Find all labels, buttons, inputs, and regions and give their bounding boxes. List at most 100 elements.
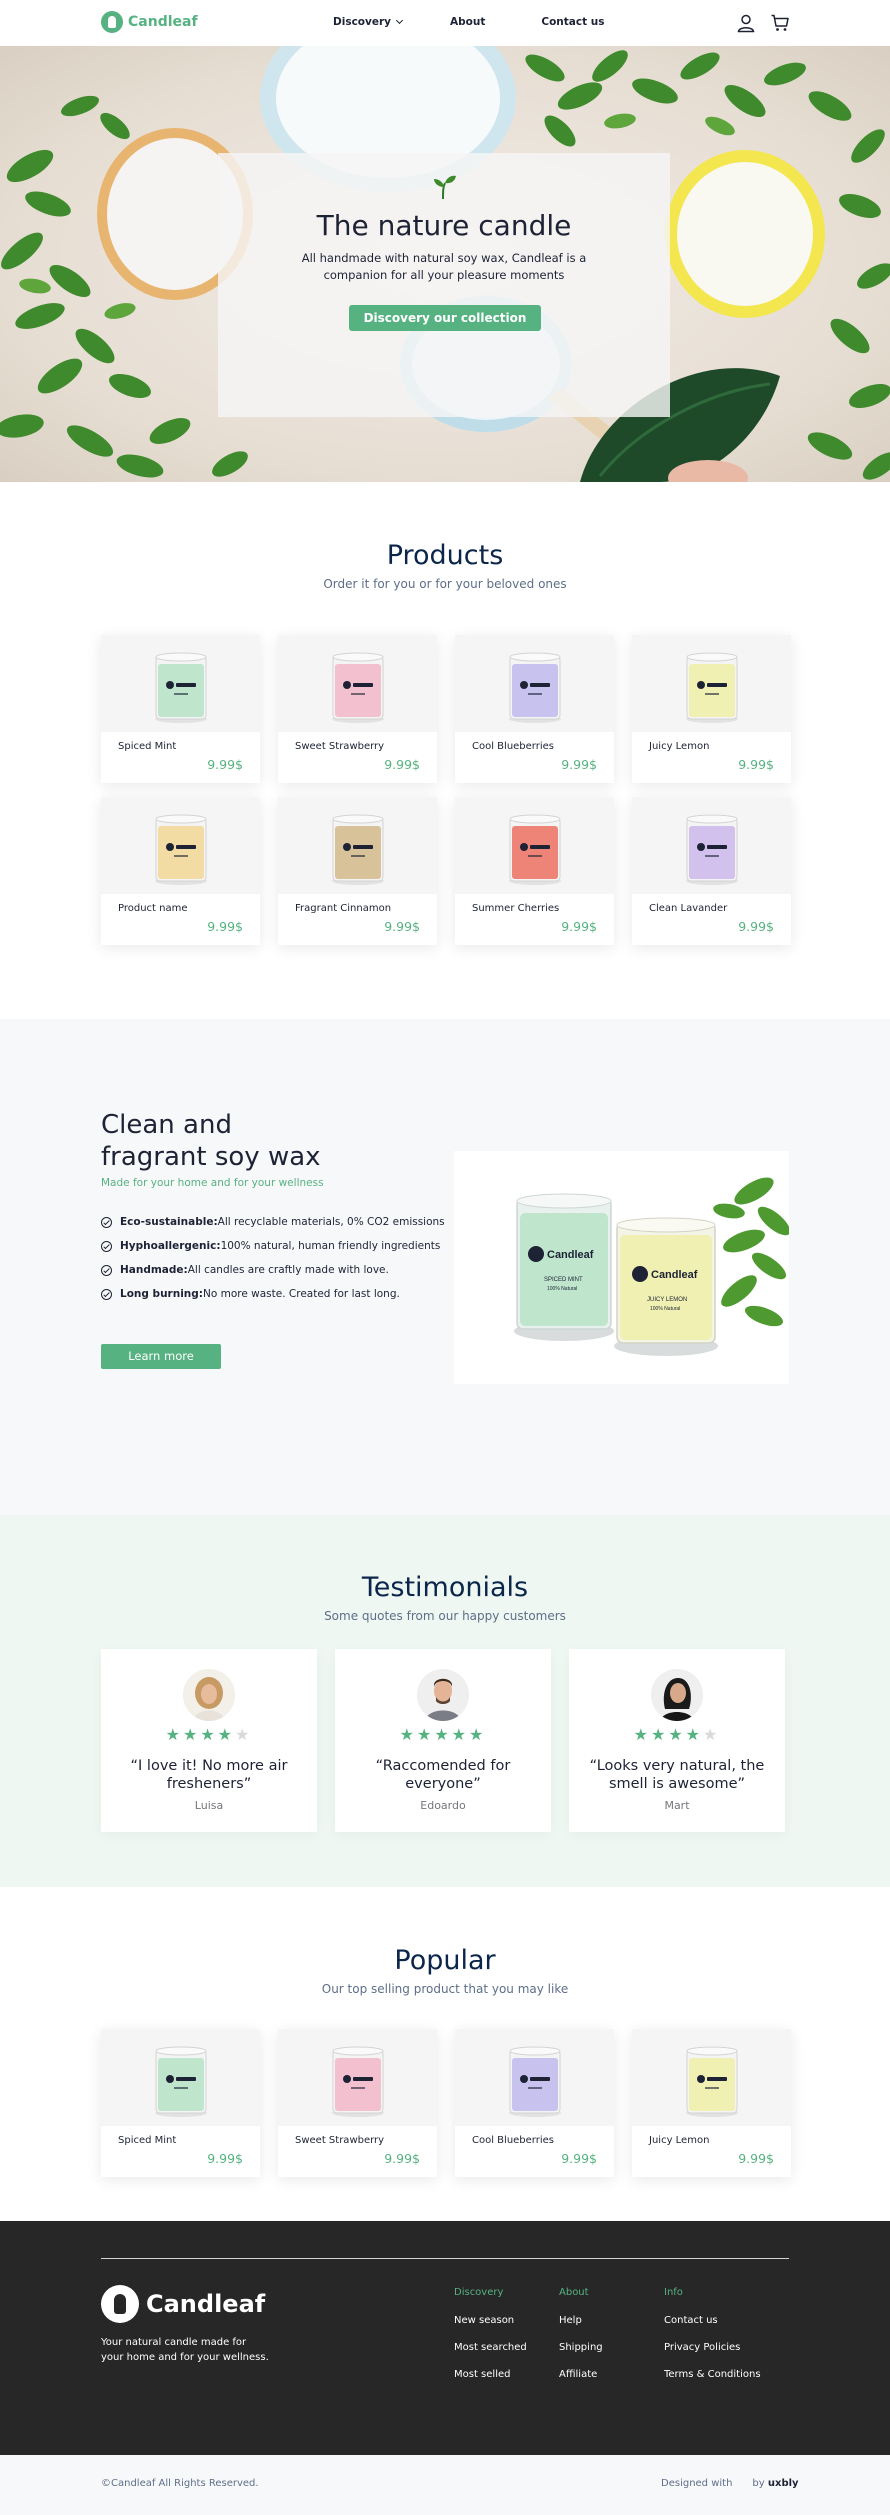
candle-logo-icon bbox=[101, 11, 123, 33]
menu-contact[interactable]: Contact us bbox=[541, 16, 604, 28]
footer-link[interactable]: Contact us bbox=[664, 2315, 761, 2326]
product-image bbox=[278, 2029, 437, 2126]
candle-logo-icon bbox=[101, 2285, 139, 2323]
feature-text: No more waste. Created for last long. bbox=[203, 1288, 400, 1300]
feature-item: Handmade: All candles are craftly made w… bbox=[101, 1263, 445, 1277]
product-card[interactable]: Cool Blueberries 9.99$ bbox=[455, 2029, 614, 2177]
cart-icon[interactable] bbox=[770, 13, 790, 33]
feature-text: All recyclable materials, 0% CO2 emissio… bbox=[217, 1216, 445, 1228]
candle-jar-image bbox=[509, 814, 561, 885]
product-card[interactable]: Juicy Lemon 9.99$ bbox=[632, 635, 791, 783]
brand-name: Candleaf bbox=[128, 14, 198, 30]
footer-link[interactable]: Affiliate bbox=[559, 2369, 603, 2380]
features-list: Eco-sustainable: All recyclable materials… bbox=[101, 1215, 445, 1311]
candle-jar-image bbox=[509, 2046, 561, 2117]
copyright-text: ©Candleaf All Rights Reserved. bbox=[101, 2478, 259, 2489]
feature-text: All candles are craftly made with love. bbox=[187, 1264, 389, 1276]
footer-link[interactable]: New season bbox=[454, 2315, 527, 2326]
testimonial-quote: “I love it! No more air fresheners” bbox=[130, 1758, 288, 1792]
footer-column-heading: Info bbox=[664, 2287, 683, 2298]
menu-discovery-label: Discovery bbox=[333, 16, 391, 28]
product-price: 9.99$ bbox=[384, 919, 420, 934]
testimonial-author: Luisa bbox=[194, 1799, 224, 1812]
star-icon: ★ bbox=[434, 1725, 452, 1744]
star-rating: ★★★★★ bbox=[569, 1725, 785, 1744]
feature-label: Long burning: bbox=[120, 1288, 203, 1300]
product-image bbox=[455, 635, 614, 732]
footer-bottom-bar: ©Candleaf All Rights Reserved. Designed … bbox=[0, 2455, 890, 2515]
product-card[interactable]: Spiced Mint 9.99$ bbox=[101, 2029, 260, 2177]
candle-jar-image bbox=[686, 2046, 738, 2117]
menu-discovery[interactable]: Discovery bbox=[333, 16, 404, 28]
avatar bbox=[651, 1669, 703, 1721]
star-icon: ★ bbox=[200, 1725, 218, 1744]
menu-about[interactable]: About bbox=[450, 16, 485, 28]
product-card[interactable]: Juicy Lemon 9.99$ bbox=[632, 2029, 791, 2177]
product-card[interactable]: Sweet Strawberry 9.99$ bbox=[278, 2029, 437, 2177]
green-candle-brand: Candleaf bbox=[547, 1249, 594, 1261]
star-icon: ★ bbox=[633, 1725, 651, 1744]
product-card[interactable]: Product name 9.99$ bbox=[101, 797, 260, 945]
product-image bbox=[278, 635, 437, 732]
top-navigation: Candleaf Discovery About Contact us bbox=[0, 0, 890, 46]
star-icon: ★ bbox=[451, 1725, 470, 1744]
product-card[interactable]: Summer Cherries 9.99$ bbox=[455, 797, 614, 945]
learn-more-button[interactable]: Learn more bbox=[101, 1344, 221, 1369]
popular-subtitle: Our top selling product that you may lik… bbox=[321, 1982, 569, 1996]
product-image bbox=[101, 2029, 260, 2126]
star-icon: ★ bbox=[469, 1725, 487, 1744]
product-price: 9.99$ bbox=[738, 919, 774, 934]
star-icon: ★ bbox=[399, 1725, 417, 1744]
product-image bbox=[632, 635, 791, 732]
footer-column: Discovery New season Most searched Most sel… bbox=[454, 2287, 527, 2396]
features-subtitle: Made for your home and for your wellness bbox=[101, 1177, 324, 1189]
product-card[interactable]: Clean Lavander 9.99$ bbox=[632, 797, 791, 945]
product-card[interactable]: Fragrant Cinnamon 9.99$ bbox=[278, 797, 437, 945]
testimonial-cards: ★★★★★ “I love it! No more air fresheners”… bbox=[101, 1649, 785, 1832]
user-icon[interactable] bbox=[736, 13, 756, 33]
brand-logo[interactable]: Candleaf bbox=[101, 11, 198, 33]
testimonial-author: Edoardo bbox=[420, 1799, 466, 1812]
testimonial-quote: “Raccomended for everyone” bbox=[375, 1758, 511, 1792]
candles-product-image: Candleaf SPICED MINT 100% Natural Candle… bbox=[454, 1151, 791, 1384]
discovery-collection-button[interactable]: Discovery our collection bbox=[349, 305, 541, 331]
testimonials-section: Testimonials Some quotes from our happy … bbox=[0, 1515, 890, 1887]
check-circle-icon bbox=[101, 1240, 112, 1252]
candle-jar-image bbox=[509, 652, 561, 723]
testimonial-card: ★★★★★ “Looks very natural, the smell is a… bbox=[569, 1649, 785, 1832]
footer-link[interactable]: Most searched bbox=[454, 2342, 527, 2353]
product-image bbox=[101, 797, 260, 894]
check-circle-icon bbox=[101, 1216, 112, 1228]
footer-link[interactable]: Help bbox=[559, 2315, 603, 2326]
check-circle-icon bbox=[101, 1264, 112, 1276]
candle-jar-image bbox=[332, 652, 384, 723]
product-image bbox=[455, 797, 614, 894]
product-image bbox=[632, 797, 791, 894]
product-name: Juicy Lemon bbox=[649, 2135, 710, 2146]
product-price: 9.99$ bbox=[384, 2151, 420, 2166]
footer-link[interactable]: Most selled bbox=[454, 2369, 527, 2380]
star-icon: ★ bbox=[235, 1725, 253, 1744]
footer-link[interactable]: Shipping bbox=[559, 2342, 603, 2353]
yellow-candle-brand: Candleaf bbox=[651, 1269, 698, 1281]
studio-name[interactable]: uxbly bbox=[768, 2478, 799, 2489]
product-name: Product name bbox=[118, 903, 188, 914]
popular-title: Popular bbox=[394, 1945, 496, 1976]
footer-logo[interactable]: Candleaf bbox=[101, 2285, 265, 2323]
sprout-icon bbox=[434, 175, 456, 200]
footer-link[interactable]: Privacy Policies bbox=[664, 2342, 761, 2353]
star-icon: ★ bbox=[165, 1725, 183, 1744]
hero-subtitle: All handmade with natural soy wax, Candl… bbox=[301, 251, 587, 282]
testimonial-author: Mart bbox=[664, 1799, 690, 1812]
products-subtitle: Order it for you or for your beloved one… bbox=[323, 577, 567, 591]
product-card[interactable]: Sweet Strawberry 9.99$ bbox=[278, 635, 437, 783]
designed-with-text: Designed with bbox=[661, 2478, 733, 2489]
green-candle-label: SPICED MINT bbox=[544, 1277, 583, 1283]
testimonials-title: Testimonials bbox=[361, 1572, 529, 1603]
feature-item: Hyphoallergenic: 100% natural, human fri… bbox=[101, 1239, 445, 1253]
product-card[interactable]: Spiced Mint 9.99$ bbox=[101, 635, 260, 783]
product-image bbox=[278, 797, 437, 894]
product-card[interactable]: Cool Blueberries 9.99$ bbox=[455, 635, 614, 783]
product-name: Spiced Mint bbox=[118, 2135, 177, 2146]
footer-link[interactable]: Terms & Conditions bbox=[664, 2369, 761, 2380]
